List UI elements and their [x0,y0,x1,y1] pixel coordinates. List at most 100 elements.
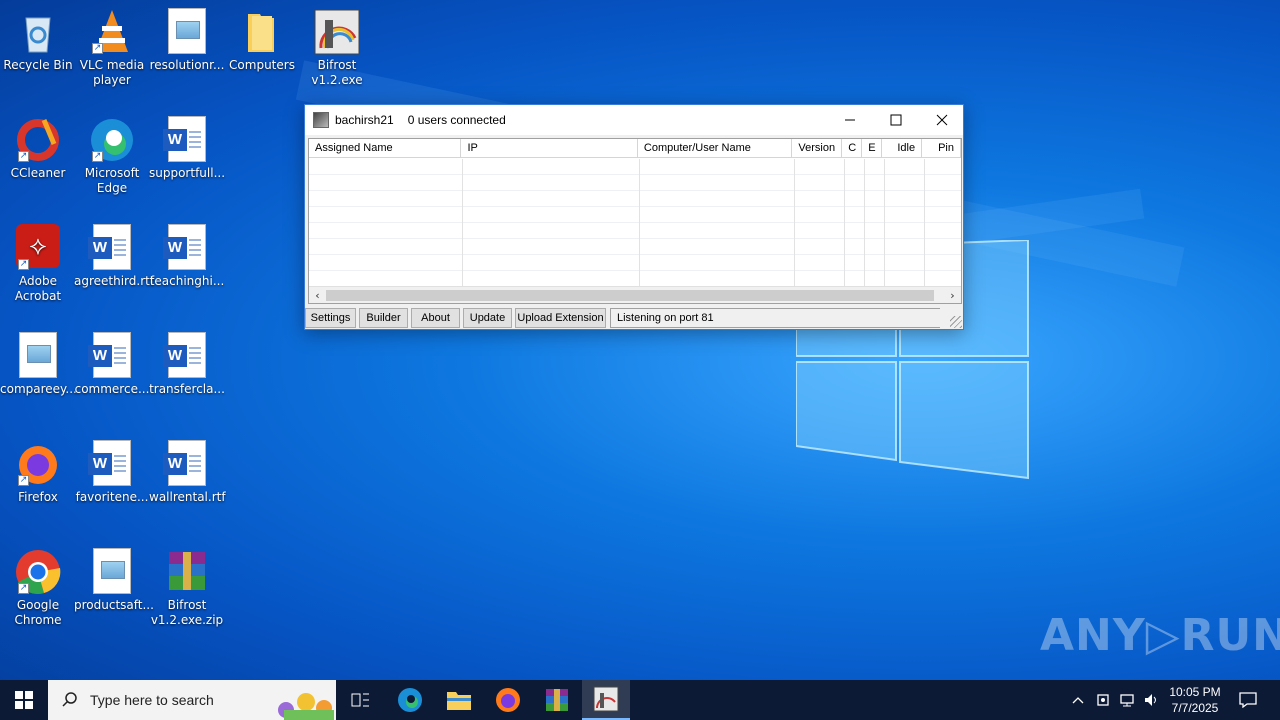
maximize-button[interactable] [873,105,919,135]
desktop-icon-label: teachinghi... [149,274,225,288]
desktop-icon-computers-folder[interactable]: Computers [224,8,300,73]
network-button[interactable] [1116,680,1138,720]
column-header-version[interactable]: Version [792,139,843,157]
desktop-icon-label: Computers [229,58,295,72]
file-explorer-icon [447,692,471,710]
upload-extension-button[interactable]: Upload Extension [515,308,606,328]
shortcut-arrow-icon: ↗ [92,43,103,54]
desktop-icon-google-chrome[interactable]: ↗ Google Chrome [0,548,76,628]
connections-list[interactable]: Assigned Name IP Computer/User Name Vers… [308,138,962,304]
search-placeholder: Type here to search [90,692,214,708]
column-header-pin[interactable]: Pin [922,139,961,157]
column-divider [844,159,845,287]
window-titlebar[interactable]: bachirsh21 0 users connected [305,105,963,135]
word-document-icon: W [88,224,136,272]
shortcut-arrow-icon: ↗ [18,475,29,486]
start-button[interactable] [0,680,48,720]
column-header-idle[interactable]: Idle [882,139,923,157]
column-header-ip[interactable]: IP [461,139,638,157]
desktop-icon-resolutionr[interactable]: resolutionr... [149,8,225,73]
desktop-icon-label: VLC media player [79,58,145,87]
close-button[interactable] [919,105,965,135]
button-bar: Settings Builder About Update Upload Ext… [305,308,965,329]
image-file-icon [14,332,62,380]
volume-button[interactable] [1140,680,1162,720]
desktop-icon-microsoft-edge[interactable]: ↗ Microsoft Edge [74,116,150,196]
desktop-icon-label: agreethird.rtf [74,274,155,288]
shortcut-arrow-icon: ↗ [18,259,29,270]
edge-icon: ↗ [88,116,136,164]
image-file-icon [88,548,136,596]
desktop-icon-productsaft[interactable]: productsaft... [74,548,154,613]
desktop-icon-bifrost-exe[interactable]: Bifrost v1.2.exe [299,8,375,88]
desktop-icon-label: Recycle Bin [3,58,73,72]
taskbar-winrar-button[interactable] [533,680,581,720]
desktop-icon-ccleaner[interactable]: ↗ CCleaner [0,116,76,181]
desktop-icon-commerce[interactable]: W commerce... [74,332,150,397]
desktop-icon-firefox[interactable]: ↗ Firefox [0,440,76,505]
desktop-icon-label: Firefox [18,490,58,504]
desktop-icon-label: Bifrost v1.2.exe [311,58,363,87]
desktop-icon-agreethird[interactable]: W agreethird.rtf [74,224,155,289]
speaker-icon [1145,694,1156,706]
desktop-icon-wallrental[interactable]: W wallrental.rtf [149,440,226,505]
desktop-icon-teachinghi[interactable]: W teachinghi... [149,224,225,289]
desktop-icon-label: Bifrost v1.2.exe.zip [150,598,224,627]
update-button[interactable]: Update [463,308,512,328]
chevron-up-icon [1072,697,1084,704]
windows-start-icon [15,691,33,709]
desktop-icon-label: CCleaner [10,166,66,180]
desktop-icon-adobe-acrobat[interactable]: ⟡ ↗ Adobe Acrobat [0,224,76,304]
horizontal-scrollbar[interactable]: ‹ › [309,286,961,303]
word-document-icon: W [88,332,136,380]
search-icon [62,692,77,707]
settings-button[interactable]: Settings [305,308,356,328]
word-document-icon: W [88,440,136,488]
flowers-decoration-icon [278,693,334,720]
taskbar-search-box[interactable]: Type here to search [48,680,336,720]
desktop-icon-transfercla[interactable]: W transfercla... [149,332,225,397]
desktop-icon-label: transfercla... [149,382,225,396]
clock-time: 10:05 PM [1169,685,1221,699]
notification-icon [1239,692,1257,708]
scroll-right-icon[interactable]: › [944,287,961,303]
desktop-icon-label: productsaft... [74,598,154,612]
desktop-icon-recycle-bin[interactable]: Recycle Bin [0,8,76,73]
desktop-icon-vlc[interactable]: ↗ VLC media player [74,8,150,88]
column-divider [462,159,463,287]
desktop-icon-compareey[interactable]: compareey... [0,332,77,397]
scrollbar-thumb[interactable] [326,290,934,301]
ccleaner-icon: ↗ [14,116,62,164]
column-header-c[interactable]: C [842,139,863,157]
builder-button[interactable]: Builder [359,308,408,328]
desktop-icon-bifrost-zip[interactable]: Bifrost v1.2.exe.zip [149,548,225,628]
column-header-assigned-name[interactable]: Assigned Name [309,139,462,157]
desktop-icon-favoritene[interactable]: W favoritene... [74,440,150,505]
column-header-computer-user-name[interactable]: Computer/User Name [637,139,793,157]
taskbar-firefox-button[interactable] [484,680,532,720]
minimize-button[interactable] [827,105,873,135]
show-hidden-icons-button[interactable] [1068,680,1088,720]
scroll-left-icon[interactable]: ‹ [309,287,326,303]
taskbar-bifrost-button[interactable] [582,680,630,720]
image-file-icon [163,8,211,56]
taskbar-edge-button[interactable] [386,680,434,720]
resize-grip[interactable] [950,316,962,328]
column-divider [794,159,795,287]
word-document-icon: W [163,332,211,380]
about-button[interactable]: About [411,308,460,328]
taskbar-clock[interactable]: 10:05 PM 7/7/2025 [1160,684,1230,716]
desktop-icon-label: Google Chrome [14,598,62,627]
shortcut-arrow-icon: ↗ [18,583,29,594]
tray-app-icon[interactable] [1092,680,1114,720]
column-header-e[interactable]: E [862,139,883,157]
task-view-button[interactable] [336,680,384,720]
bifrost-app-icon [313,8,361,56]
desktop-icon-supportfull[interactable]: W supportfull... [149,116,225,181]
taskbar: Type here to search 10:05 PM 7/7/2025 [0,680,1280,720]
recycle-bin-icon [14,8,62,56]
folder-icon [238,8,286,56]
chrome-icon: ↗ [14,548,62,596]
action-center-button[interactable] [1234,680,1262,720]
taskbar-file-explorer-button[interactable] [435,680,483,720]
